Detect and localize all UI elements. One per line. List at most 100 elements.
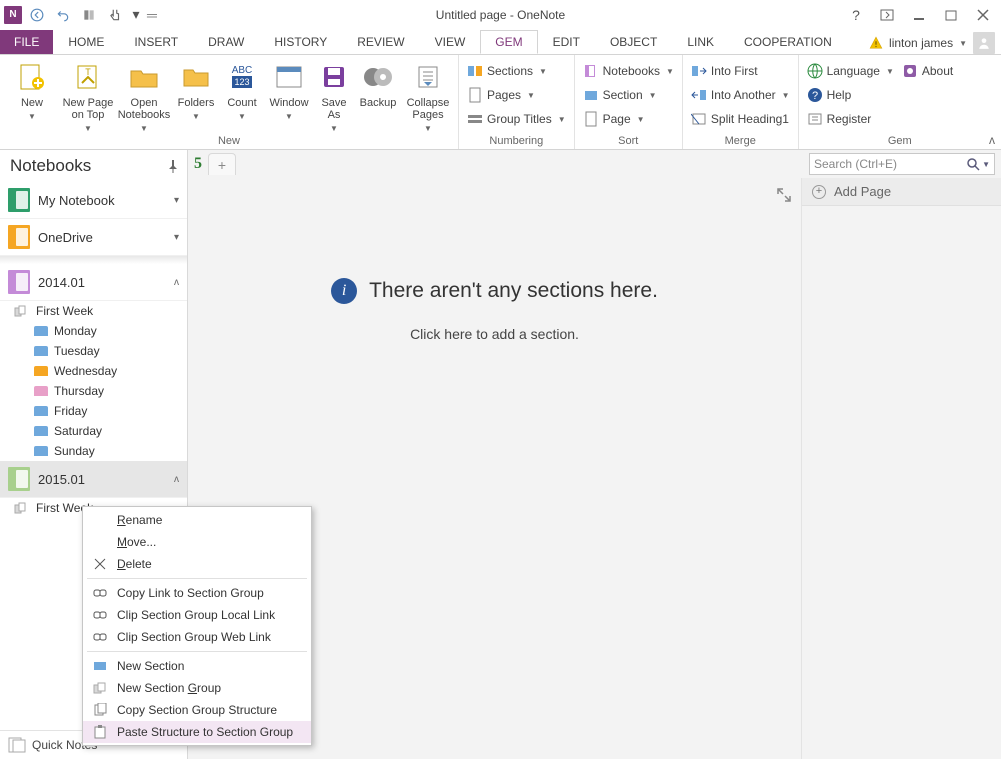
tab-view[interactable]: VIEW	[420, 30, 481, 54]
into-first-button[interactable]: Into First	[687, 59, 794, 83]
help-button[interactable]: ?Help	[803, 83, 898, 107]
menu-item[interactable]: Copy Link to Section Group	[83, 582, 311, 604]
register-button[interactable]: Register	[803, 107, 898, 131]
tab-link[interactable]: LINK	[672, 30, 729, 54]
context-menu: RenameMove...Delete Copy Link to Section …	[82, 506, 312, 746]
touch-mode-button[interactable]	[104, 4, 126, 26]
section-item[interactable]: Monday	[0, 321, 187, 341]
menu-item[interactable]: Paste Structure to Section Group	[83, 721, 311, 743]
qat-overflow[interactable]: ═	[146, 4, 158, 26]
handwriting-five-icon: 5	[194, 155, 202, 173]
open-notebooks-button[interactable]: Open Notebooks▼	[116, 57, 172, 135]
tab-file[interactable]: FILE	[0, 30, 53, 54]
section-icon	[34, 386, 48, 396]
tab-review[interactable]: REVIEW	[342, 30, 419, 54]
search-input[interactable]: Search (Ctrl+E) ▼	[809, 153, 995, 175]
maximize-button[interactable]	[939, 5, 963, 25]
svg-text:?: ?	[812, 90, 818, 102]
minimize-button[interactable]	[907, 5, 931, 25]
avatar	[973, 32, 995, 54]
language-dropdown[interactable]: Language▼	[803, 59, 898, 83]
section-dropdown[interactable]: Section▼	[579, 83, 678, 107]
qat-dropdown[interactable]: ▾	[130, 4, 142, 26]
collapse-pages-button[interactable]: Collapse Pages▼	[402, 57, 454, 135]
notebook-icon	[8, 270, 30, 294]
grp-icon	[91, 682, 109, 694]
save-as-button[interactable]: Save As▼	[314, 57, 354, 135]
paste-icon	[91, 725, 109, 739]
tab-insert[interactable]: INSERT	[119, 30, 193, 54]
new-button[interactable]: New▼	[4, 57, 60, 123]
search-icon	[966, 157, 980, 171]
section-item[interactable]: Saturday	[0, 421, 187, 441]
section-group[interactable]: 2014.01ʌ	[0, 264, 187, 301]
back-button[interactable]	[26, 4, 48, 26]
collapse-ribbon-icon[interactable]: ʌ	[989, 133, 995, 147]
menu-item[interactable]: Delete	[83, 553, 311, 575]
section-icon	[34, 346, 48, 356]
menu-item[interactable]: Clip Section Group Web Link	[83, 626, 311, 648]
warning-icon	[869, 36, 883, 50]
section-icon	[34, 366, 48, 376]
sections-dropdown[interactable]: Sections▼	[463, 59, 570, 83]
pin-icon[interactable]	[167, 159, 179, 173]
group-titles-dropdown[interactable]: Group Titles▼	[463, 107, 570, 131]
menu-item[interactable]: Copy Section Group Structure	[83, 699, 311, 721]
chevron-up-icon: ʌ	[174, 474, 179, 485]
section-group[interactable]: 2015.01ʌ	[0, 461, 187, 498]
undo-button[interactable]	[52, 4, 74, 26]
chevron-down-icon: ▾	[174, 232, 179, 243]
menu-item[interactable]: Clip Section Group Local Link	[83, 604, 311, 626]
notebook-icon	[8, 225, 30, 249]
chevron-up-icon: ʌ	[174, 277, 179, 288]
ribbon-group-sort: Notebooks▼ Section▼ Page▼ Sort	[575, 55, 683, 149]
add-page-button[interactable]: + Add Page	[802, 178, 1001, 206]
notebooks-dropdown[interactable]: Notebooks▼	[579, 59, 678, 83]
section-item[interactable]: Wednesday	[0, 361, 187, 381]
tab-gem[interactable]: GEM	[480, 30, 537, 54]
tab-draw[interactable]: DRAW	[193, 30, 259, 54]
help-button[interactable]: ?	[845, 4, 867, 26]
expand-icon[interactable]	[777, 188, 791, 202]
about-button[interactable]: About	[898, 59, 957, 83]
section-tabs-bar: 5 + Search (Ctrl+E) ▼	[188, 150, 1001, 178]
tab-cooperation[interactable]: COOPERATION	[729, 30, 847, 54]
section-icon	[34, 326, 48, 336]
tab-home[interactable]: HOME	[53, 30, 119, 54]
tab-edit[interactable]: EDIT	[538, 30, 595, 54]
backup-button[interactable]: Backup	[354, 57, 402, 109]
group-label-new: New	[4, 135, 454, 149]
section-item[interactable]: Tuesday	[0, 341, 187, 361]
notebook-item[interactable]: OneDrive▾	[0, 219, 187, 256]
page-dropdown[interactable]: Page▼	[579, 107, 678, 131]
ribbon-tabs: FILE HOMEINSERTDRAWHISTORYREVIEWVIEWGEME…	[0, 30, 1001, 54]
qat-btn-1[interactable]	[78, 4, 100, 26]
section-subgroup[interactable]: First Week	[0, 301, 187, 321]
menu-item[interactable]: Move...	[83, 531, 311, 553]
into-another-dropdown[interactable]: Into Another▼	[687, 83, 794, 107]
section-item[interactable]: Sunday	[0, 441, 187, 461]
window-button[interactable]: Window▼	[264, 57, 314, 123]
menu-item[interactable]: Rename	[83, 509, 311, 531]
tab-history[interactable]: HISTORY	[259, 30, 342, 54]
menu-item[interactable]: New Section	[83, 655, 311, 677]
folders-button[interactable]: Folders▼	[172, 57, 220, 123]
ribbon: New▼ TNew Page on Top▼ Open Notebooks▼ F…	[0, 54, 1001, 150]
section-item[interactable]: Friday	[0, 401, 187, 421]
new-page-on-top-button[interactable]: TNew Page on Top▼	[60, 57, 116, 135]
split-heading1-button[interactable]: Split Heading1	[687, 107, 794, 131]
menu-item[interactable]: New Section Group	[83, 677, 311, 699]
count-button[interactable]: ABC123Count▼	[220, 57, 264, 123]
section-item[interactable]: Thursday	[0, 381, 187, 401]
notebook-item[interactable]: My Notebook▾	[0, 182, 187, 219]
add-section-link[interactable]: Click here to add a section.	[188, 326, 801, 342]
group-label-numbering: Numbering	[463, 135, 570, 149]
tab-object[interactable]: OBJECT	[595, 30, 672, 54]
add-section-tab[interactable]: +	[208, 153, 236, 175]
user-area[interactable]: linton james ▼	[869, 32, 1001, 54]
pages-dropdown[interactable]: Pages▼	[463, 83, 570, 107]
info-icon: i	[331, 278, 357, 304]
nav-header: Notebooks	[0, 150, 187, 182]
ribbon-display-options[interactable]	[875, 5, 899, 25]
close-button[interactable]	[971, 5, 995, 25]
